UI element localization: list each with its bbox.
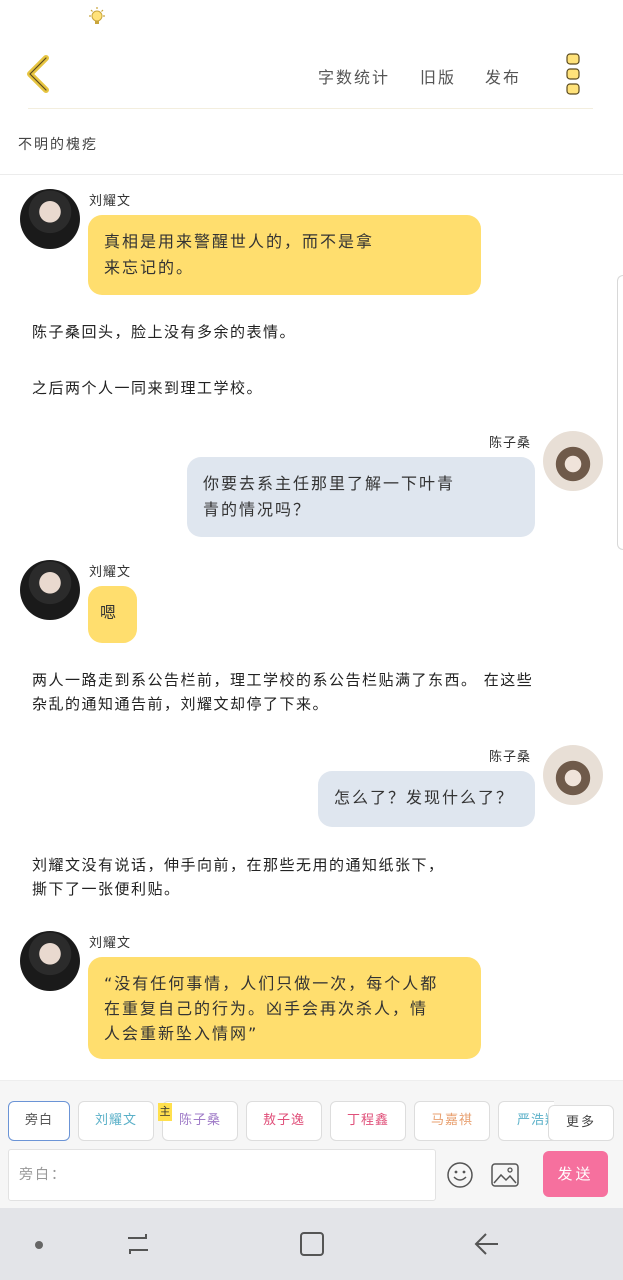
message-line: 你要去系主任那里了解一下叶青 [203, 474, 456, 493]
narration-line: 撕下了一张便利贴。 [32, 880, 181, 898]
message-input[interactable]: 旁白： [8, 1149, 436, 1201]
recent-apps-icon[interactable] [124, 1230, 152, 1258]
narration-line: 杂乱的通知通告前，刘耀文却停了下来。 [32, 695, 330, 713]
publish-button[interactable]: 发布 [485, 64, 521, 88]
narration-text: 之后两个人一同来到理工学校。 [32, 379, 264, 397]
word-count-button[interactable]: 字数统计 [318, 64, 390, 88]
message-line: 青的情况吗？ [203, 500, 312, 519]
speaker-name: 刘耀文 [89, 936, 132, 951]
avatar[interactable] [20, 560, 80, 620]
composer-panel: 旁白 刘耀文 陈子桑 主 敖子逸 丁程鑫 马嘉祺 严浩翔 更多 旁白： 发送 [0, 1080, 623, 1208]
vertical-dots-icon[interactable] [562, 50, 584, 98]
chip-label: 旁白 [24, 1113, 53, 1128]
chip-label: 马嘉祺 [430, 1113, 473, 1128]
message-bubble[interactable]: 嗯 [88, 586, 137, 643]
message-bubble[interactable]: 怎么了？发现什么了？ [318, 771, 535, 827]
more-characters-button[interactable]: 更多 [548, 1105, 614, 1141]
message-bubble[interactable]: 真相是用来警醒世人的，而不是拿 来忘记的。 [88, 215, 481, 295]
character-chip-narrator[interactable]: 旁白 [8, 1101, 70, 1141]
image-icon[interactable] [491, 1163, 519, 1187]
narration-text: 陈子桑回头，脸上没有多余的表情。 [32, 323, 297, 341]
message-bubble[interactable]: “没有任何事情，人们只做一次，每个人都 在重复自己的行为。凶手会再次杀人，情 人… [88, 957, 481, 1059]
scroll-indicator[interactable] [617, 275, 623, 550]
chip-label: 陈子桑 [178, 1113, 221, 1128]
speaker-name: 陈子桑 [489, 750, 532, 765]
lightbulb-icon [89, 7, 105, 24]
character-chip[interactable]: 丁程鑫 [330, 1101, 406, 1141]
story-title: 不明的槐疙 [18, 137, 98, 153]
character-chip[interactable]: 陈子桑 [162, 1101, 238, 1141]
main-character-badge: 主 [158, 1103, 172, 1121]
toolbar-divider [28, 108, 593, 109]
message-bubble[interactable]: 你要去系主任那里了解一下叶青 青的情况吗？ [187, 457, 535, 537]
avatar[interactable] [543, 745, 603, 805]
message-line: 在重复自己的行为。凶手会再次杀人，情 [104, 999, 429, 1018]
chip-label: 丁程鑫 [346, 1113, 389, 1128]
top-toolbar: 字数统计 旧版 发布 [0, 40, 623, 110]
system-navbar [0, 1208, 623, 1280]
back-arrow-icon[interactable] [472, 1230, 500, 1258]
avatar[interactable] [543, 431, 603, 491]
speaker-name: 陈子桑 [489, 436, 532, 451]
character-chip[interactable]: 马嘉祺 [414, 1101, 490, 1141]
narration-text: 两人一路走到系公告栏前，理工学校的系公告栏贴满了东西。 在这些 杂乱的通知通告前… [32, 668, 592, 716]
chip-label: 敖子逸 [262, 1113, 305, 1128]
message-line: 怎么了？发现什么了？ [334, 788, 515, 807]
smiley-icon[interactable] [446, 1161, 474, 1189]
message-line: 人会重新坠入情网” [104, 1024, 259, 1043]
message-line: 真相是用来警醒世人的，而不是拿 [104, 232, 375, 251]
message-line: 嗯 [100, 603, 119, 622]
dot-icon[interactable] [34, 1240, 44, 1250]
speaker-name: 刘耀文 [89, 194, 132, 209]
narration-text: 刘耀文没有说话，伸手向前，在那些无用的通知纸张下， 撕下了一张便利贴。 [32, 853, 592, 901]
narration-line: 刘耀文没有说话，伸手向前，在那些无用的通知纸张下， [32, 856, 445, 874]
chip-label: 刘耀文 [94, 1113, 137, 1128]
send-button[interactable]: 发送 [543, 1151, 608, 1197]
message-line: 来忘记的。 [104, 258, 195, 277]
speaker-name: 刘耀文 [89, 565, 132, 580]
character-chip[interactable]: 刘耀文 [78, 1101, 154, 1141]
character-chip[interactable]: 严浩翔 [498, 1101, 554, 1141]
narration-line: 两人一路走到系公告栏前，理工学校的系公告栏贴满了东西。 在这些 [32, 671, 534, 689]
home-icon[interactable] [298, 1230, 326, 1258]
chevron-left-icon[interactable] [22, 52, 56, 96]
message-line: “没有任何事情，人们只做一次，每个人都 [104, 974, 439, 993]
title-divider [0, 174, 623, 175]
character-chip[interactable]: 敖子逸 [246, 1101, 322, 1141]
avatar[interactable] [20, 189, 80, 249]
old-version-button[interactable]: 旧版 [420, 64, 456, 88]
avatar[interactable] [20, 931, 80, 991]
